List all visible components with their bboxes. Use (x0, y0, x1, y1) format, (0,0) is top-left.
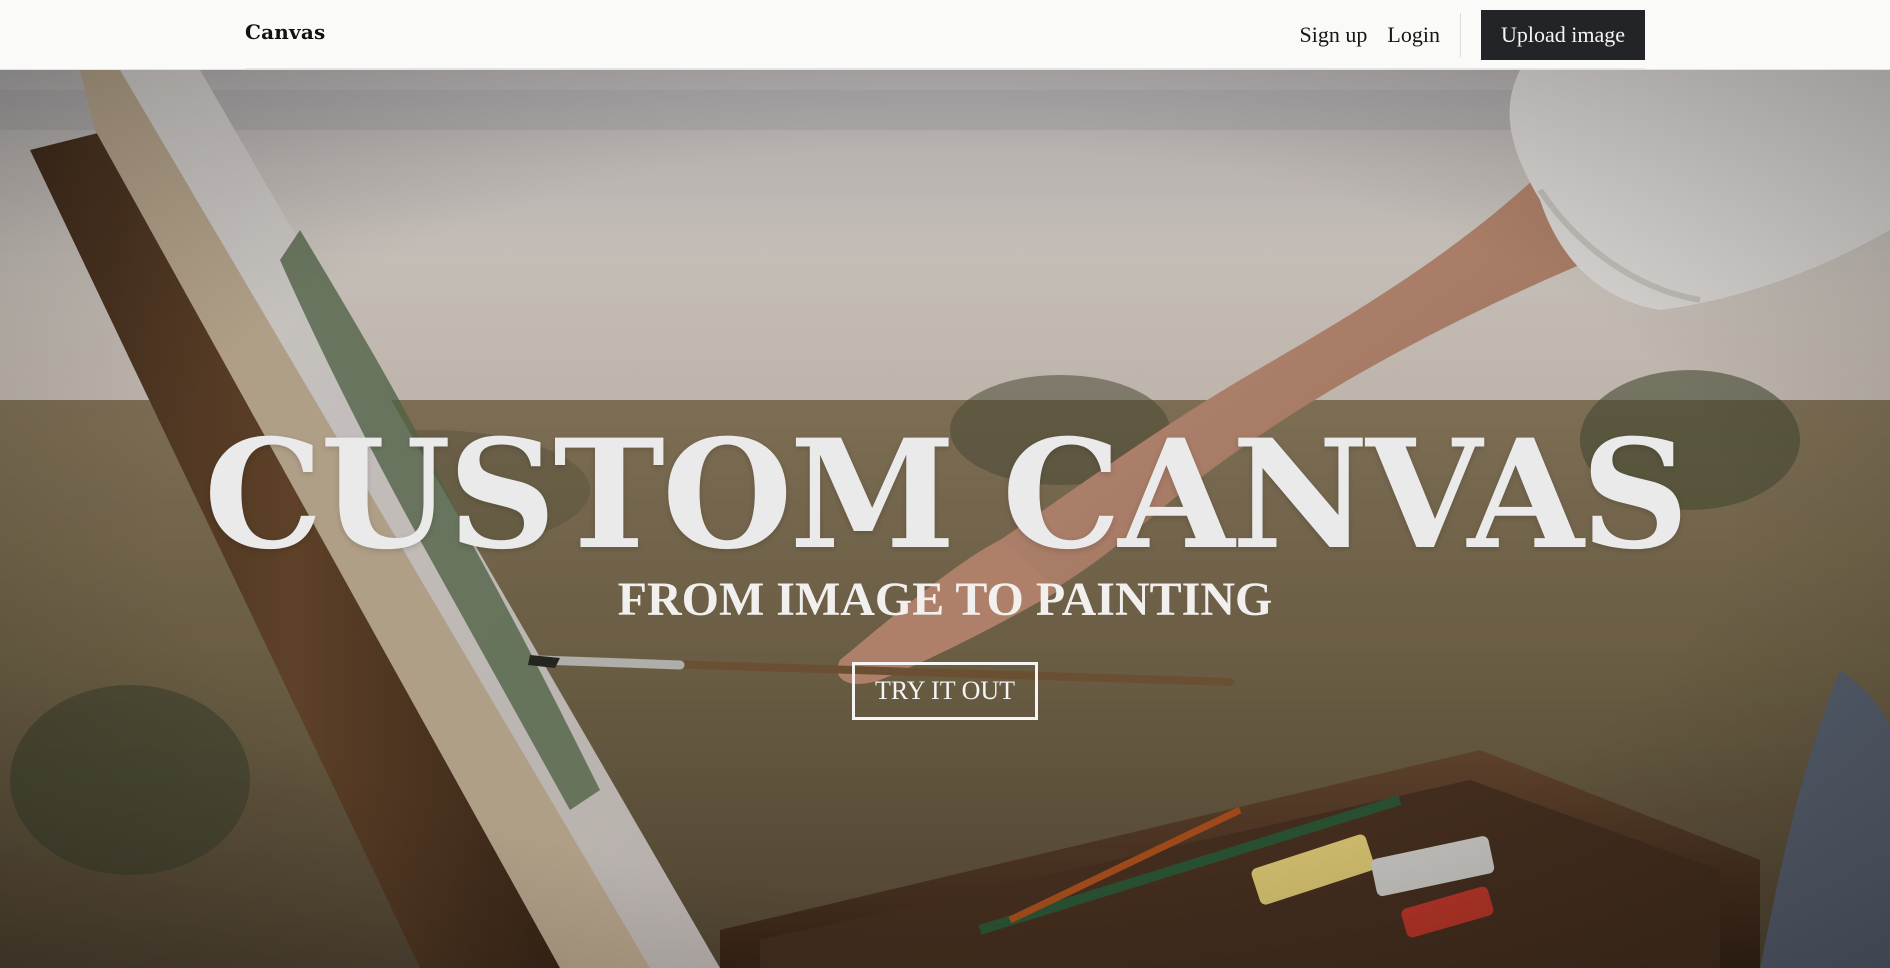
try-it-out-button[interactable]: TRY IT OUT (851, 662, 1039, 720)
top-navbar: Canvas Sign up Login Upload image (0, 0, 1890, 70)
nav-divider (1459, 13, 1461, 57)
hero-title: CUSTOM CANVAS (203, 407, 1689, 583)
brand-logo[interactable]: Canvas (245, 20, 325, 44)
upload-image-button[interactable]: Upload image (1480, 10, 1645, 60)
login-link[interactable]: Login (1387, 22, 1440, 48)
signup-link[interactable]: Sign up (1300, 22, 1368, 48)
hero-section: CUSTOM CANVAS FROM IMAGE TO PAINTING TRY… (0, 70, 1890, 968)
cta-container: TRY IT OUT (0, 662, 1890, 720)
hero-subtitle: FROM IMAGE TO PAINTING (617, 573, 1273, 626)
nav-links: Sign up Login Upload image (1280, 0, 1645, 70)
